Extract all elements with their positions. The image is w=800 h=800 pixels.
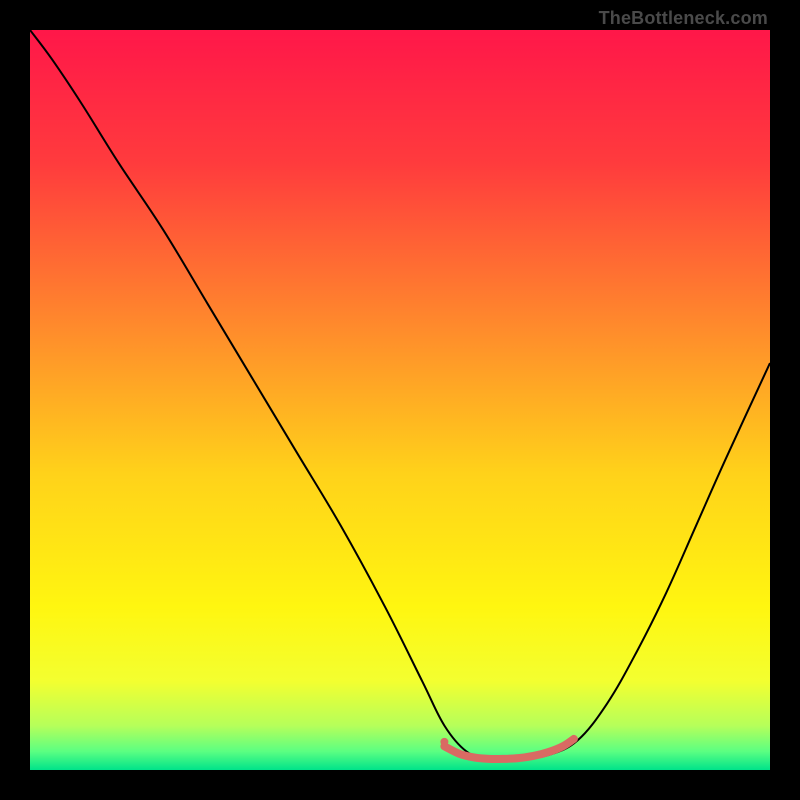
optimal-range-end-dot [440,738,448,746]
chart-frame: TheBottleneck.com [0,0,800,800]
attribution-text: TheBottleneck.com [599,8,768,29]
chart-svg [30,30,770,770]
plot-area [30,30,770,770]
gradient-background [30,30,770,770]
